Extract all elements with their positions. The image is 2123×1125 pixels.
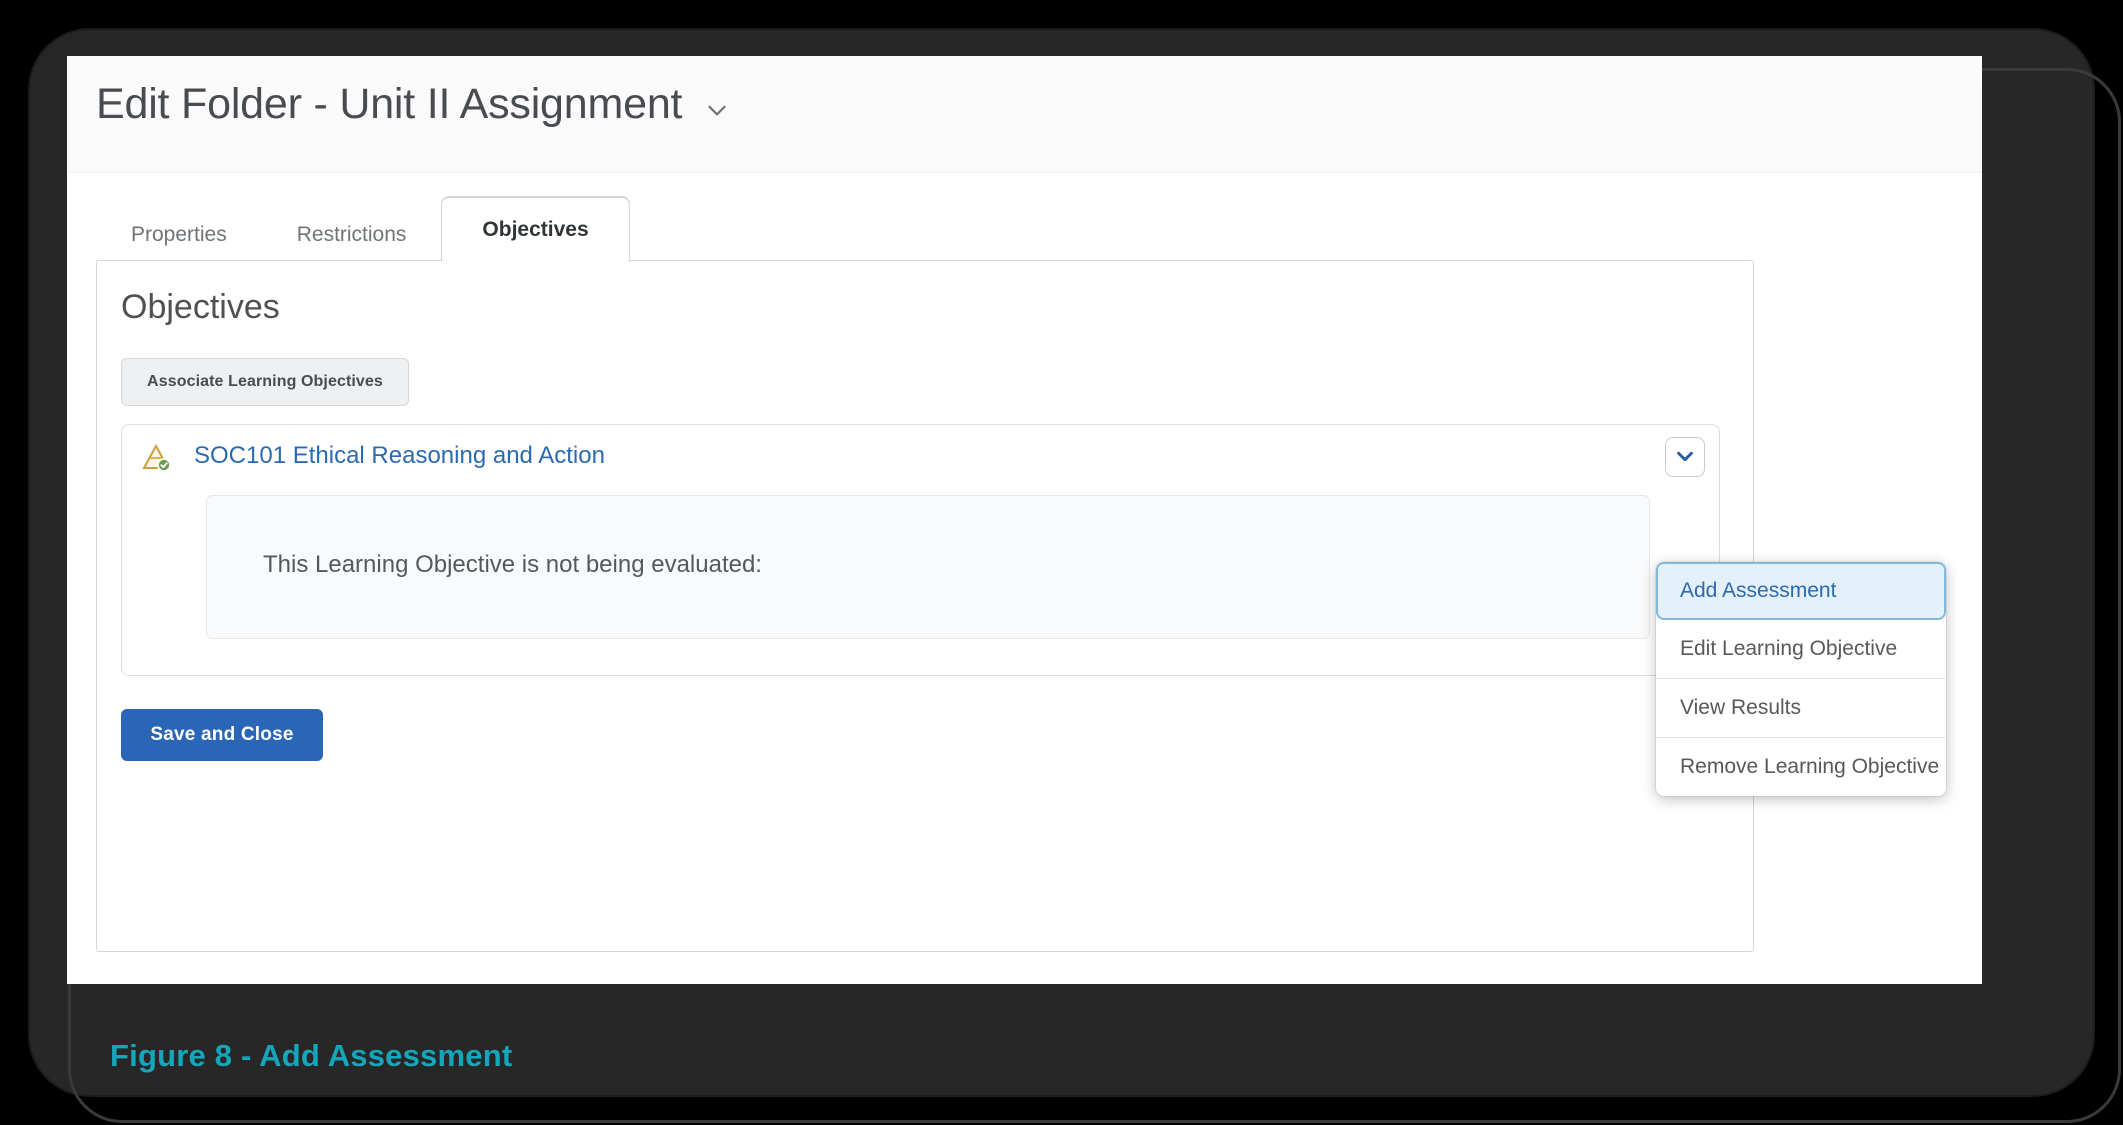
menu-item-add-assessment[interactable]: Add Assessment (1656, 562, 1946, 620)
objective-card: SOC101 Ethical Reasoning and Action This… (121, 424, 1720, 676)
menu-item-remove-learning-objective[interactable]: Remove Learning Objective (1656, 738, 1946, 796)
menu-item-edit-learning-objective[interactable]: Edit Learning Objective (1656, 620, 1946, 678)
panel-heading: Objectives (121, 288, 280, 326)
chevron-down-icon[interactable] (704, 87, 730, 123)
evaluation-status-box: This Learning Objective is not being eva… (206, 495, 1650, 639)
associate-learning-objectives-button[interactable]: Associate Learning Objectives (121, 358, 409, 406)
figure-caption: Figure 8 - Add Assessment (110, 1038, 513, 1073)
page-title-row: Edit Folder - Unit II Assignment (96, 80, 730, 129)
objective-dropdown-toggle[interactable] (1665, 437, 1705, 477)
pyramid-objective-icon (140, 441, 172, 473)
chevron-down-icon (1674, 445, 1696, 470)
tab-restrictions[interactable]: Restrictions (262, 207, 442, 260)
page-header: Edit Folder - Unit II Assignment (67, 56, 1982, 173)
tab-properties[interactable]: Properties (96, 207, 262, 260)
app-window: Edit Folder - Unit II Assignment Propert… (67, 56, 1982, 984)
objectives-panel: Objectives Associate Learning Objectives… (96, 260, 1754, 952)
save-and-close-button[interactable]: Save and Close (121, 709, 323, 761)
tab-bar: Properties Restrictions Objectives (96, 197, 630, 262)
tab-objectives[interactable]: Objectives (441, 197, 630, 262)
objective-context-menu: Add Assessment Edit Learning Objective V… (1656, 562, 1946, 796)
menu-item-view-results[interactable]: View Results (1656, 679, 1946, 737)
objective-link[interactable]: SOC101 Ethical Reasoning and Action (194, 442, 605, 470)
page-title: Edit Folder - Unit II Assignment (96, 80, 683, 128)
evaluation-status-text: This Learning Objective is not being eva… (263, 551, 762, 578)
